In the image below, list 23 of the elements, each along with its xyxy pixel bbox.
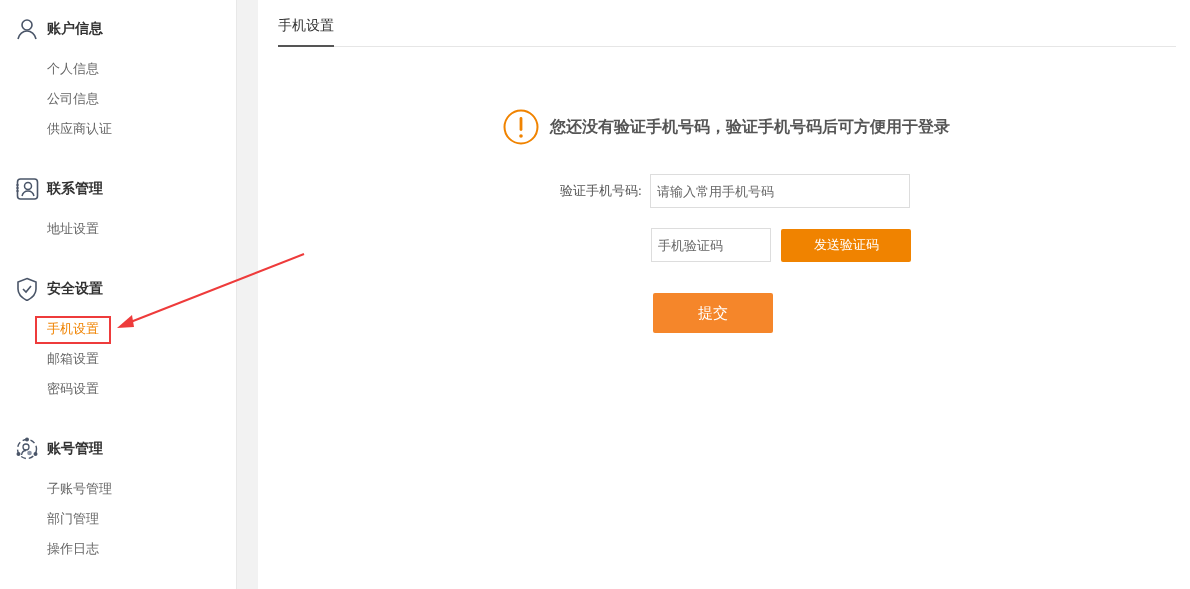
sidebar-item[interactable]: 密码设置 [47, 380, 99, 398]
sidebar-item[interactable]: 操作日志 [47, 540, 99, 558]
sidebar-item[interactable]: 个人信息 [47, 60, 99, 78]
sidebar-item[interactable]: 供应商认证 [47, 120, 112, 138]
group-title: 安全设置 [47, 280, 103, 298]
warning-icon [503, 109, 539, 145]
sidebar-item[interactable]: 公司信息 [47, 90, 99, 108]
group-title: 账户信息 [47, 20, 103, 38]
sidebar-item[interactable]: 子账号管理 [47, 480, 112, 498]
phone-input-field[interactable]: 请输入常用手机号码 [650, 174, 910, 208]
contact-card-icon [15, 177, 39, 201]
field-label: 验证手机号码: [558, 182, 643, 200]
notice-text: 您还没有验证手机号码，验证手机号码后可方便用于登录 [550, 116, 950, 138]
sidebar-item[interactable]: 地址设置 [47, 220, 99, 238]
team-icon [15, 437, 39, 461]
sidebar-item[interactable]: 部门管理 [47, 510, 99, 528]
sidebar-item[interactable]: 邮箱设置 [47, 350, 99, 368]
person-icon [15, 17, 39, 41]
tab[interactable]: 手机设置 [278, 17, 334, 47]
group-title: 账号管理 [47, 440, 103, 458]
shield-check-icon [15, 277, 39, 301]
code-input-field[interactable]: 手机验证码 [651, 228, 771, 262]
group-title: 联系管理 [47, 180, 103, 198]
